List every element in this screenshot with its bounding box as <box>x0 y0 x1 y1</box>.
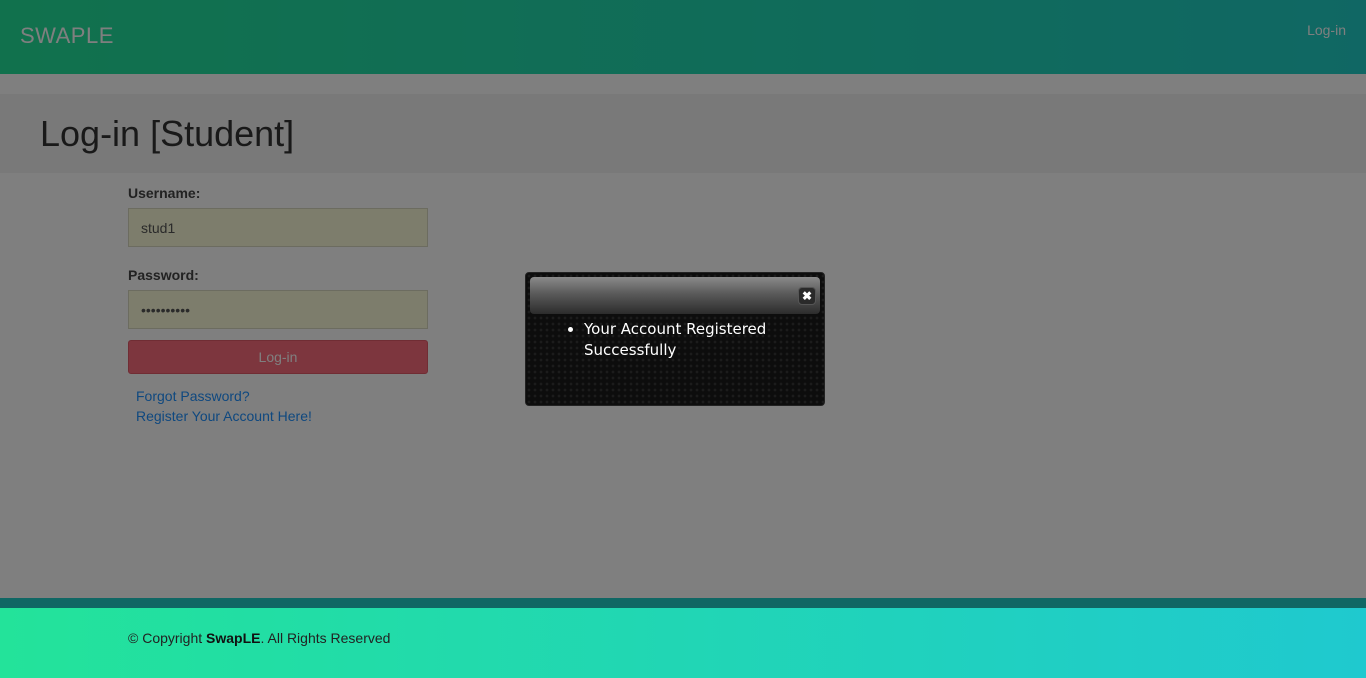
footer: © Copyright SwapLE. All Rights Reserved <box>0 608 1366 678</box>
footer-brand: SwapLE <box>206 630 261 646</box>
copyright-suffix: . All Rights Reserved <box>260 630 391 646</box>
page: SWAPLE Log-in Log-in [Student] Username:… <box>0 0 1366 678</box>
close-icon[interactable]: ✖ <box>798 287 816 305</box>
copyright-prefix: © Copyright <box>128 630 207 646</box>
modal-title-bar: ✖ <box>530 277 820 314</box>
notification-modal: ✖ Your Account Registered Successfully <box>525 272 825 406</box>
copyright-text: © Copyright SwapLE. All Rights Reserved <box>128 630 390 646</box>
modal-message-list: Your Account Registered Successfully <box>566 319 824 361</box>
modal-message: Your Account Registered Successfully <box>584 319 824 361</box>
